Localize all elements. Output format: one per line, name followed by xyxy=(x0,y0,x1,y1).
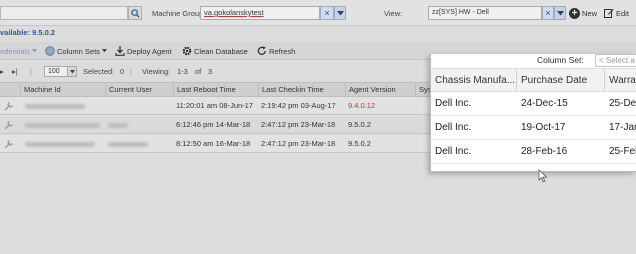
column-set-select[interactable]: < Select a xyxy=(595,54,636,67)
clean-database-label: Clean Database xyxy=(194,46,248,56)
wrench-icon[interactable] xyxy=(4,101,14,111)
last-checkin-cell: 2:19:42 pm 03-Aug-17 xyxy=(261,101,336,110)
deploy-agent-label: Deploy Agent xyxy=(127,46,172,56)
view-dropdown-button[interactable] xyxy=(554,6,566,20)
chevron-down-icon xyxy=(69,69,75,73)
list-item[interactable]: Dell Inc. 19-Oct-17 17-Jan xyxy=(431,116,636,140)
machine-id-cell xyxy=(22,135,102,153)
machine-group-clear-button[interactable]: × xyxy=(320,6,334,20)
filter-bar: Machine Group: va.gokolanskytest × View:… xyxy=(0,0,636,26)
purchase-date-cell: 19-Oct-17 xyxy=(521,122,566,133)
pager-divider: | xyxy=(130,66,132,76)
next-page-icon[interactable]: ▸ xyxy=(0,67,4,76)
gear-icon xyxy=(182,46,192,56)
search-button[interactable] xyxy=(128,6,142,20)
agent-version-cell: 9.5.0.2 xyxy=(348,139,371,148)
new-view-button[interactable]: + New xyxy=(569,6,597,20)
current-user-cell xyxy=(105,97,173,115)
select-column-header[interactable] xyxy=(0,83,20,98)
of-label: of xyxy=(195,66,202,76)
manufacturer-cell: Dell Inc. xyxy=(435,146,472,157)
clean-database-button[interactable]: Clean Database xyxy=(182,45,248,57)
column-header-chassis-manufacturer[interactable]: Chassis Manufa... xyxy=(431,69,517,93)
viewing-label: Viewing: xyxy=(142,66,171,76)
selected-label: Selected: xyxy=(83,66,115,76)
chevron-down-icon xyxy=(336,10,344,15)
agent-version-cell: 9.5.0.2 xyxy=(348,120,371,129)
list-item[interactable]: Dell Inc. 24-Dec-15 25-De xyxy=(431,92,636,116)
refresh-button[interactable]: Refresh xyxy=(257,45,295,57)
machine-id-cell xyxy=(22,116,102,134)
credentials-button[interactable]: edentials xyxy=(0,45,38,57)
view-select[interactable]: zz[SYS] HW - Dell xyxy=(428,6,542,20)
column-header-agent-version[interactable]: Agent Version xyxy=(345,83,415,98)
credentials-label: edentials xyxy=(0,46,31,56)
download-icon xyxy=(115,46,125,56)
machine-group-value: va.gokolanskytest xyxy=(204,8,264,17)
column-sets-button[interactable]: Column Sets xyxy=(45,45,107,57)
column-header-warranty[interactable]: Warra xyxy=(605,69,636,93)
available-version-text: vailable: 9.5.0.2 xyxy=(0,28,56,37)
machine-group-input[interactable]: va.gokolanskytest xyxy=(200,6,320,20)
warranty-cell: 17-Jan xyxy=(609,122,636,133)
list-item[interactable]: Dell Inc. 28-Feb-16 25-Feb xyxy=(431,140,636,164)
last-reboot-cell: 8:12:50 am 16-Mar-18 xyxy=(176,139,251,148)
chevron-down-icon xyxy=(32,49,38,53)
column-sets-icon xyxy=(45,46,55,56)
machine-group-label: Machine Group: xyxy=(152,9,206,18)
column-header-machine-id[interactable]: Machine Id xyxy=(20,83,105,98)
wrench-icon[interactable] xyxy=(4,120,14,130)
column-header-last-reboot[interactable]: Last Reboot Time xyxy=(173,83,258,98)
view-label: View: xyxy=(384,9,403,18)
warranty-cell: 25-De xyxy=(609,98,636,109)
chevron-down-icon xyxy=(101,49,107,53)
wrench-icon[interactable] xyxy=(4,139,14,149)
mouse-cursor-icon xyxy=(538,169,548,183)
agent-version-cell: 9.4.0.12 xyxy=(348,101,376,110)
purchase-date-cell: 28-Feb-16 xyxy=(521,146,568,157)
close-icon: × xyxy=(545,8,551,18)
column-header-current-user[interactable]: Current User xyxy=(105,83,173,98)
deploy-agent-button[interactable]: Deploy Agent xyxy=(115,45,172,57)
edit-view-button[interactable]: Edit xyxy=(604,6,629,20)
page-size-dropdown-button[interactable] xyxy=(67,66,77,77)
last-checkin-cell: 2:47:12 pm 23-Mar-18 xyxy=(261,139,336,148)
chevron-down-icon xyxy=(556,10,564,15)
edit-icon xyxy=(604,9,614,18)
column-sets-label: Column Sets xyxy=(57,46,100,56)
column-set-preview-panel: Column Set: < Select a Chassis Manufa...… xyxy=(430,54,636,172)
search-input[interactable] xyxy=(0,6,128,20)
search-icon xyxy=(130,8,140,18)
column-header-last-checkin[interactable]: Last Checkin Time xyxy=(258,83,345,98)
machine-id-cell xyxy=(22,97,102,115)
purchase-date-cell: 24-Dec-15 xyxy=(521,98,568,109)
last-reboot-cell: 11:20:01 am 08-Jun-17 xyxy=(176,101,253,110)
warranty-cell: 25-Feb xyxy=(609,146,636,157)
edit-label: Edit xyxy=(616,8,629,18)
column-set-label: Column Set: xyxy=(537,55,584,65)
close-icon: × xyxy=(324,8,330,18)
new-label: New xyxy=(582,8,598,18)
last-reboot-cell: 6:12:46 pm 14-Mar-18 xyxy=(176,120,251,129)
viewing-range: 1-3 xyxy=(177,66,188,76)
last-checkin-cell: 2:47:12 pm 23-Mar-18 xyxy=(261,120,336,129)
total-count: 3 xyxy=(208,66,213,76)
manufacturer-cell: Dell Inc. xyxy=(435,98,472,109)
current-user-cell xyxy=(105,135,173,153)
column-header-purchase-date[interactable]: Purchase Date xyxy=(517,69,605,93)
plus-icon: + xyxy=(569,7,580,19)
current-user-cell xyxy=(105,116,173,134)
popup-grid-header: Chassis Manufa... Purchase Date Warra xyxy=(431,68,636,93)
view-clear-button[interactable]: × xyxy=(542,6,554,20)
manufacturer-cell: Dell Inc. xyxy=(435,122,472,133)
last-page-icon[interactable]: ▸| xyxy=(12,67,18,76)
refresh-icon xyxy=(257,46,266,55)
refresh-label: Refresh xyxy=(269,46,296,56)
selected-count: 0 xyxy=(120,66,125,76)
machine-group-dropdown-button[interactable] xyxy=(334,6,346,20)
pager-divider: | xyxy=(30,66,32,76)
